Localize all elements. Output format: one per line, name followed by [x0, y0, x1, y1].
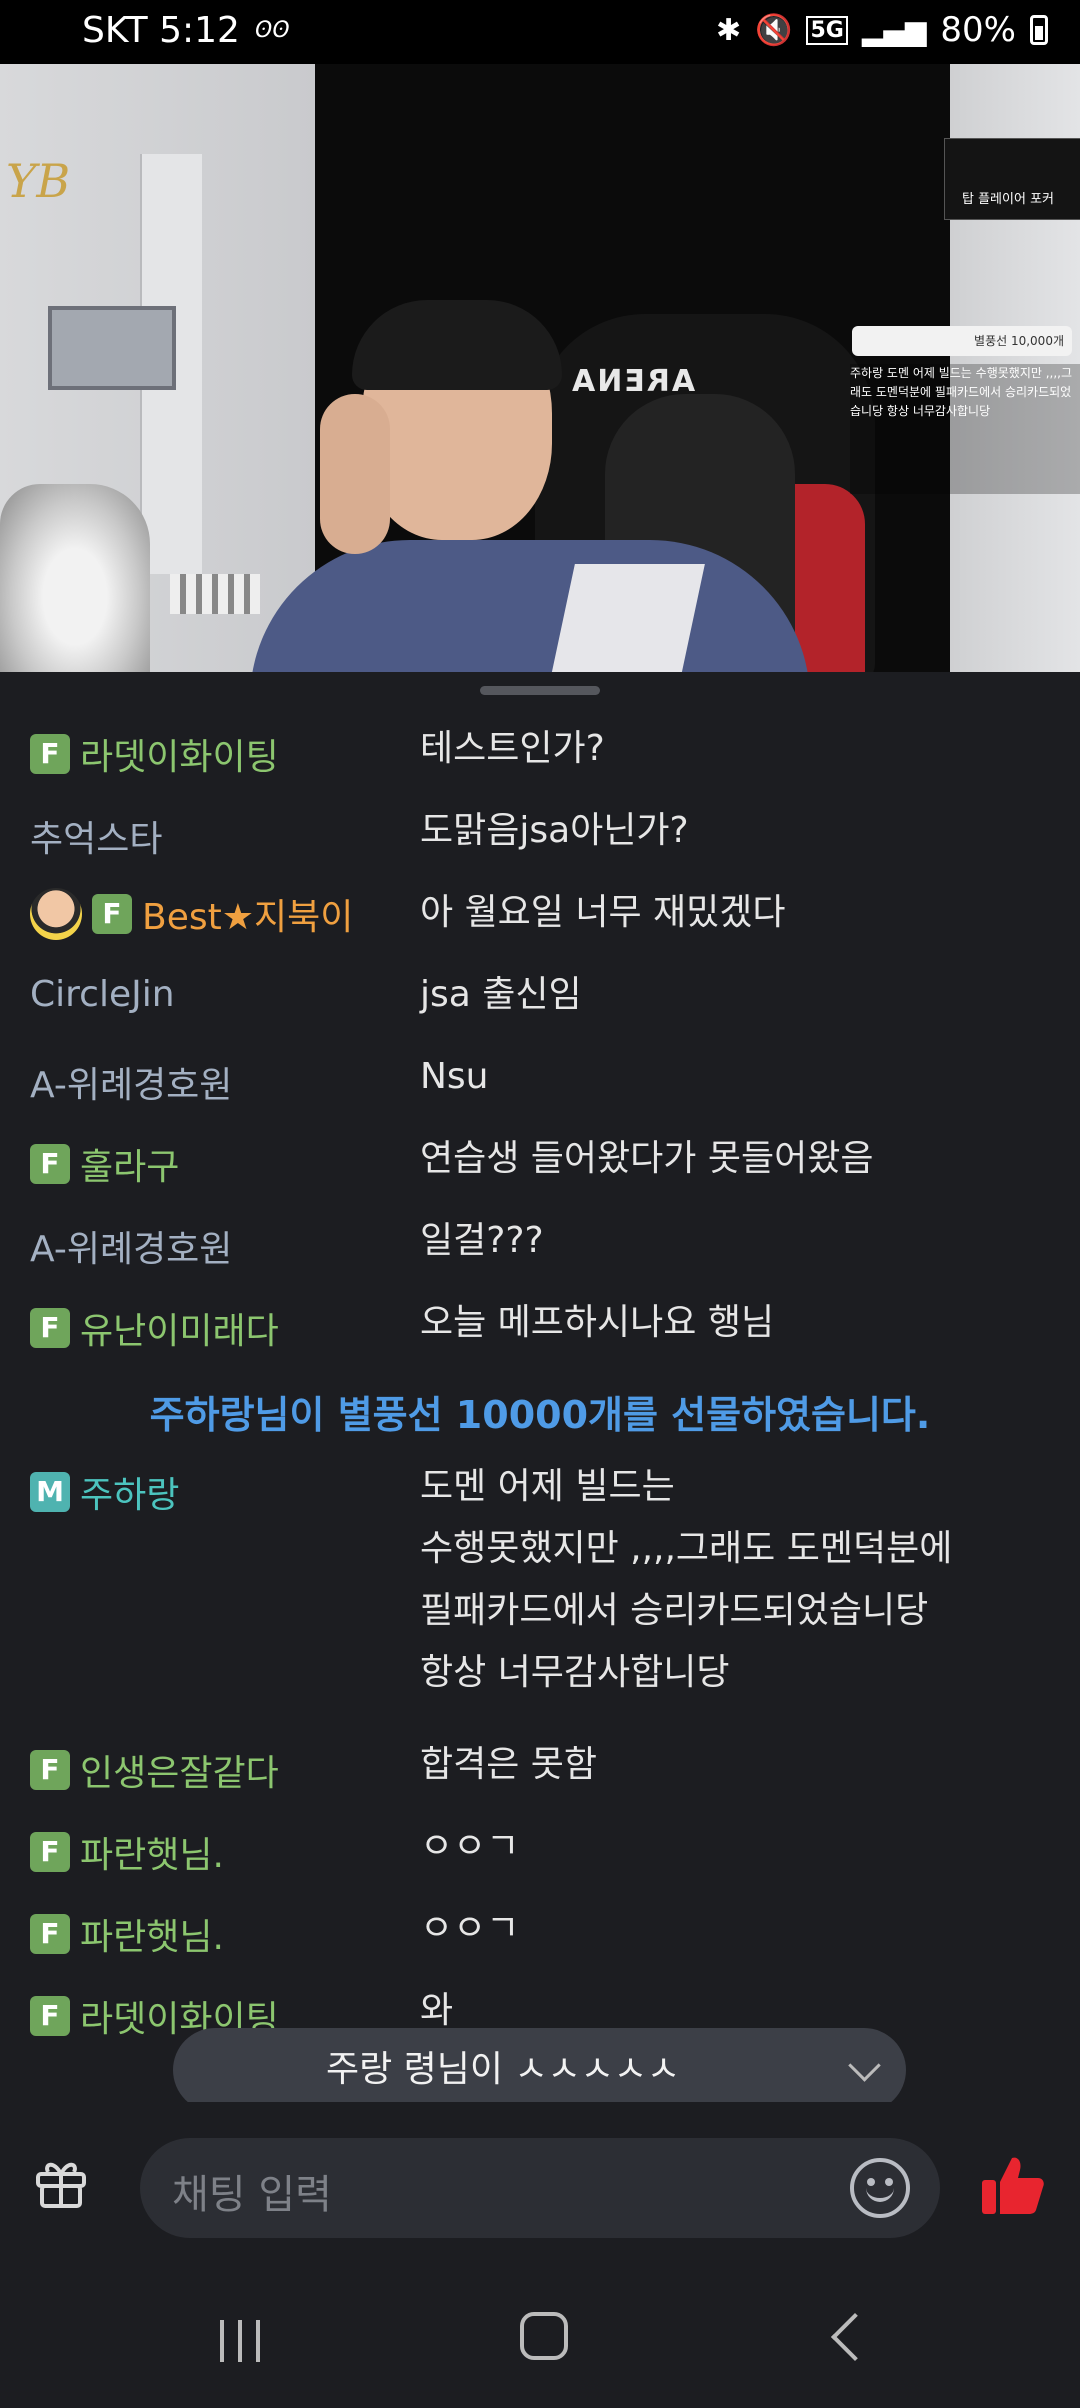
status-icons: ✱ 🔇 5G ▂▄▆ 80% — [716, 10, 1048, 50]
manager-badge-icon: M — [30, 1472, 70, 1512]
video-player[interactable]: YB ARENA 탑 플레이어 포커 별풍선 10,000개 주하랑 도멘 어제… — [0, 64, 1080, 672]
network-5g-icon: 5G — [806, 15, 848, 45]
mute-icon: 🔇 — [755, 12, 793, 48]
chat-input[interactable]: 채팅 입력 — [140, 2138, 940, 2238]
chat-text: 연습생 들어왔다가 못들어왔음 — [420, 1138, 874, 1179]
nick-label: 파란햇님. — [80, 1835, 224, 1876]
chat-list[interactable]: F 라뎃이화이팅 테스트인가? 추억스타 도맑음jsa아닌가? F Best★지북이… — [0, 672, 1080, 2102]
fan-badge-icon: F — [30, 1144, 70, 1184]
system-nav-bar — [0, 2272, 1080, 2408]
video-bottles — [170, 574, 260, 614]
fan-badge-icon: F — [30, 1308, 70, 1348]
chat-nick[interactable]: M 주하랑 — [30, 1466, 179, 1518]
fan-badge-icon: F — [30, 1996, 70, 2036]
streamer-hair — [352, 300, 562, 390]
overlay-chat: 주하랑 도멘 어제 빌드는 수행못했지만 ,,,,그래도 도멘덕분에 필패카드에… — [850, 364, 1080, 494]
chat-text: ㅇㅇㄱ — [420, 1826, 520, 1867]
balloon-gift-notice: 주하랑님이 별풍선 10000개를 선물하였습니다. — [149, 1393, 931, 1437]
emoji-icon[interactable] — [850, 2158, 910, 2218]
chat-text-line: 항상 너무감사합니당 — [420, 1652, 730, 1693]
drag-handle[interactable] — [480, 686, 600, 695]
chat-nick[interactable]: F 라뎃이화이팅 — [30, 728, 279, 780]
nick-label: 유난이미래다 — [80, 1311, 279, 1352]
like-thumb-icon[interactable] — [980, 2152, 1046, 2218]
chat-text: ㅇㅇㄱ — [420, 1908, 520, 1949]
nick-label: Best★지북이 — [142, 897, 354, 938]
chat-nick[interactable]: F 훌라구 — [30, 1138, 179, 1190]
chair-brand: ARENA — [570, 364, 696, 399]
back-icon[interactable] — [830, 2312, 880, 2362]
streamer-body — [250, 540, 810, 672]
fan-badge-icon: F — [92, 894, 132, 934]
chat-text: 오늘 메프하시나요 행님 — [420, 1302, 775, 1343]
chat-text-line: 도멘 어제 빌드는 — [420, 1466, 675, 1507]
chat-input-placeholder: 채팅 입력 — [172, 2172, 332, 2218]
avatar — [30, 888, 82, 940]
nick-label: 인생은잘같다 — [80, 1753, 279, 1794]
carrier-time: SKT 5:12 — [82, 10, 240, 51]
video-laundry — [0, 484, 150, 672]
chat-nick[interactable]: 추억스타 — [30, 810, 162, 862]
chat-text: 아 월요일 너무 재밌겠다 — [420, 892, 786, 933]
overlay-title: 탑 플레이어 포커 — [962, 192, 1054, 207]
battery-icon — [1030, 15, 1048, 45]
battery-percent: 80% — [940, 10, 1016, 50]
streamer-hand — [320, 394, 390, 554]
chat-text: 테스트인가? — [420, 728, 605, 769]
nick-label: 파란햇님. — [80, 1917, 224, 1958]
chat-text-line: 수행못했지만 ,,,,그래도 도멘덕분에 — [420, 1528, 953, 1569]
toast-text: 주랑 령님이 ㅅㅅㅅㅅㅅ — [325, 2049, 681, 2090]
chat-nick[interactable]: F 파란햇님. — [30, 1908, 224, 1960]
signal-icon: ▂▄▆ — [861, 13, 927, 47]
overlay-card — [944, 138, 1080, 220]
home-icon[interactable] — [520, 2312, 568, 2360]
chat-nick[interactable]: A-위례경호원 — [30, 1056, 232, 1108]
latest-chat-toast[interactable]: 주랑 령님이 ㅅㅅㅅㅅㅅ — [173, 2028, 906, 2112]
gift-icon[interactable] — [34, 2156, 88, 2210]
nick-label: 추억스타 — [30, 819, 163, 860]
overlay-balloon-bar: 별풍선 10,000개 — [852, 326, 1072, 356]
recents-icon[interactable] — [216, 2318, 266, 2364]
notification-icon: ʘʘ — [255, 18, 290, 43]
chat-text: 도맑음jsa아닌가? — [420, 810, 689, 851]
chat-text: 일걸??? — [420, 1220, 544, 1261]
status-bar: SKT 5:12 ʘʘ ✱ 🔇 5G ▂▄▆ 80% — [0, 0, 1080, 64]
chat-nick[interactable]: A-위례경호원 — [30, 1220, 232, 1272]
video-poster — [48, 306, 176, 390]
chat-text-line: 필패카드에서 승리카드되었습니당 — [420, 1590, 929, 1631]
chat-text: jsa 출신임 — [420, 974, 582, 1015]
chat-input-bar: 채팅 입력 — [0, 2102, 1080, 2272]
yb-logo: YB — [6, 154, 71, 208]
chat-text: 합격은 못함 — [420, 1744, 598, 1785]
chat-nick[interactable]: F 인생은잘같다 — [30, 1744, 279, 1796]
bluetooth-icon: ✱ — [715, 12, 742, 48]
nick-label: 라뎃이화이팅 — [80, 737, 279, 778]
fan-badge-icon: F — [30, 734, 70, 774]
nick-label: 훌라구 — [80, 1147, 180, 1188]
chat-nick[interactable]: F 유난이미래다 — [30, 1302, 279, 1354]
chat-nick[interactable]: F 파란햇님. — [30, 1826, 224, 1878]
fan-badge-icon: F — [30, 1750, 70, 1790]
fan-badge-icon: F — [30, 1832, 70, 1872]
chat-nick[interactable]: F Best★지북이 — [30, 888, 353, 940]
fan-badge-icon: F — [30, 1914, 70, 1954]
nick-label: A-위례경호원 — [30, 1065, 233, 1106]
nick-label: 주하랑 — [80, 1475, 180, 1516]
chat-text: Nsu — [420, 1056, 489, 1097]
nick-label: CircleJin — [30, 974, 175, 1015]
nick-label: A-위례경호원 — [30, 1229, 233, 1270]
chevron-down-icon[interactable] — [848, 2049, 881, 2082]
chat-nick[interactable]: CircleJin — [30, 974, 175, 1015]
